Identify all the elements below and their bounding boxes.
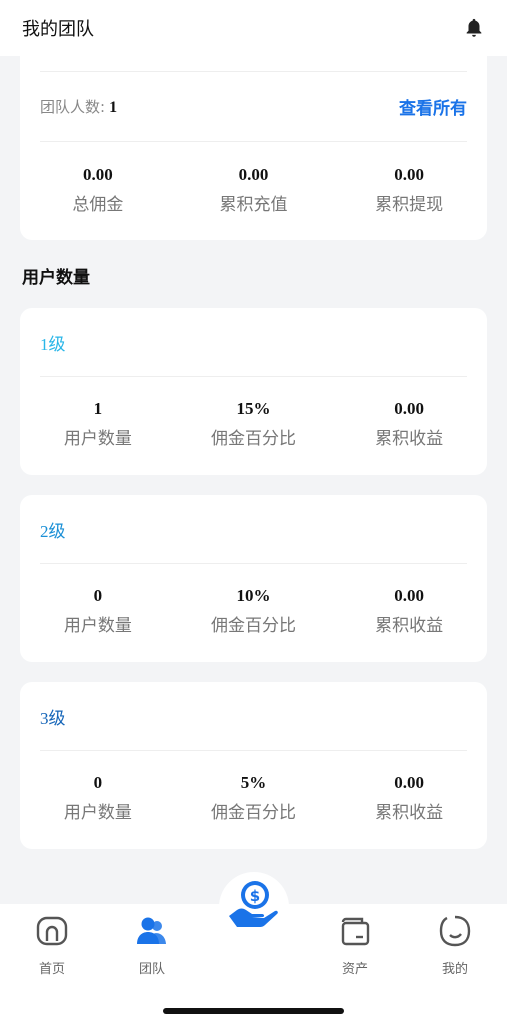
tab-mine[interactable]: 我的 [410,914,500,977]
stat-value: 0.00 [394,586,425,605]
divider [40,141,467,142]
level-stats: 0 用户数量 10% 佣金百分比 0.00 累积收益 [20,585,487,636]
level-stats: 0 用户数量 5% 佣金百分比 0.00 累积收益 [20,772,487,823]
tab-home[interactable]: 首页 [7,914,97,977]
level-title: 1级 [40,335,66,354]
tab-label: 资产 [341,962,368,977]
level-card-1[interactable]: 1级 1 用户数量 15% 佣金百分比 0.00 累积收益 [20,308,487,475]
stat-user-count: 0 用户数量 [23,585,173,636]
team-count-row: 团队人数: 1 查看所有 [40,94,467,119]
tab-label: 我的 [441,962,468,977]
team-count-value: 1 [109,99,118,116]
section-title: 用户数量 [22,268,90,288]
profile-icon [439,915,471,947]
divider [40,563,467,564]
page-title: 我的团队 [22,19,94,40]
team-count: 团队人数: 1 [40,96,117,117]
stat-label: 累积充值 [219,195,288,215]
stat-label: 佣金百分比 [210,616,296,636]
tab-assets[interactable]: 资产 [310,914,400,977]
team-summary-card: 团队人数: 1 查看所有 0.00 总佣金 0.00 累积充值 0.00 累积提现 [20,56,487,240]
team-icon [137,917,166,944]
level-card-3[interactable]: 3级 0 用户数量 5% 佣金百分比 0.00 累积收益 [20,682,487,849]
home-icon [36,916,68,946]
stat-value: 0.00 [394,773,425,792]
bell-icon[interactable] [463,17,485,39]
stat-label: 用户数量 [63,429,132,449]
tab-label: 团队 [138,962,165,977]
tab-team[interactable]: 团队 [107,914,197,977]
level-title: 3级 [40,709,66,728]
team-count-label: 团队人数: [40,98,106,116]
view-all-link[interactable]: 查看所有 [399,94,467,119]
stat-label: 累积收益 [375,429,444,449]
stat-label: 佣金百分比 [210,803,296,823]
divider [40,376,467,377]
tab-label: 首页 [38,962,65,977]
stat-value: 10% [236,586,271,605]
stat-value: 0.00 [394,165,425,184]
stat-label: 累积收益 [375,803,444,823]
wallet-icon [341,917,370,946]
stat-user-count: 1 用户数量 [23,398,173,449]
app-header: 我的团队 [0,0,507,56]
stat-value: 1 [93,399,103,418]
team-stats: 0.00 总佣金 0.00 累积充值 0.00 累积提现 [20,164,487,215]
level-stats: 1 用户数量 15% 佣金百分比 0.00 累积收益 [20,398,487,449]
stat-value: 0 [93,773,103,792]
stat-label: 累积提现 [375,195,444,215]
stat-total-earnings: 0.00 累积收益 [334,772,484,823]
money-hand-icon: $ [229,881,278,927]
stat-value: 15% [236,399,271,418]
level-card-2[interactable]: 2级 0 用户数量 10% 佣金百分比 0.00 累积收益 [20,495,487,662]
stat-label: 总佣金 [72,195,124,215]
level-title: 2级 [40,522,66,541]
stat-value: 0 [93,586,103,605]
stat-total-withdraw: 0.00 累积提现 [334,164,484,215]
divider [40,71,467,72]
stat-value: 0.00 [238,165,269,184]
stat-commission-percent: 15% 佣金百分比 [178,398,328,449]
stat-total-earnings: 0.00 累积收益 [334,398,484,449]
center-action-button[interactable]: $ [219,872,289,942]
stat-commission-percent: 5% 佣金百分比 [178,772,328,823]
stat-value: 5% [240,773,267,792]
stat-total-commission: 0.00 总佣金 [23,164,173,215]
stat-value: 0.00 [82,165,113,184]
stat-label: 用户数量 [63,616,132,636]
stat-label: 用户数量 [63,803,132,823]
stat-user-count: 0 用户数量 [23,772,173,823]
stat-total-earnings: 0.00 累积收益 [334,585,484,636]
stat-value: 0.00 [394,399,425,418]
stat-commission-percent: 10% 佣金百分比 [178,585,328,636]
stat-label: 佣金百分比 [210,429,296,449]
home-indicator [163,1008,344,1014]
svg-text:$: $ [250,887,260,905]
stat-total-recharge: 0.00 累积充值 [178,164,328,215]
divider [40,750,467,751]
stat-label: 累积收益 [375,616,444,636]
